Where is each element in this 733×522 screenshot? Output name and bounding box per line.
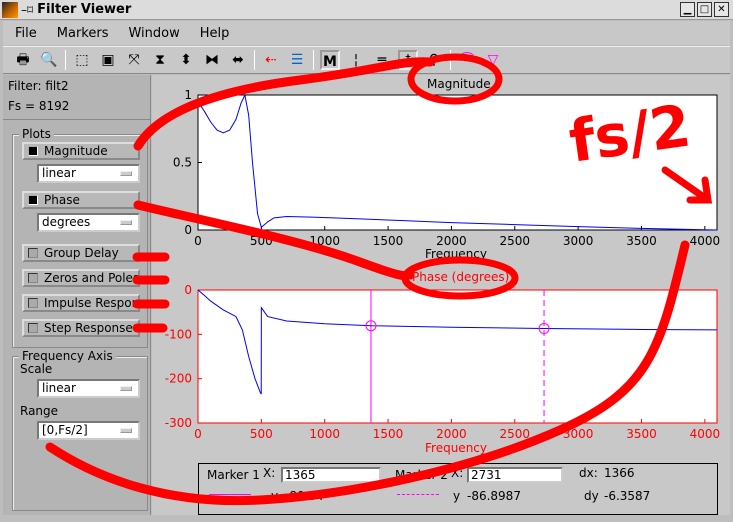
x-tick-label: 2500 — [499, 234, 530, 248]
marker2-y-label: y — [453, 489, 461, 503]
marker-panel: Marker 1 X: Marker 2 X: dx: 1366 y -80.5… — [198, 463, 718, 515]
marker2-x-label: X: — [451, 466, 464, 480]
y-tick-label: 0 — [184, 283, 192, 297]
magnitude-xlabel: Frequency — [425, 247, 487, 261]
plot-frame — [197, 94, 718, 231]
y-tick-label: 0 — [184, 223, 192, 237]
x-tick-label: 2000 — [436, 427, 467, 441]
marker2-x-input[interactable] — [467, 467, 563, 483]
marker1-x-label: X: — [263, 466, 276, 480]
x-tick-label: 3000 — [563, 234, 594, 248]
dy-value: -6.3587 — [604, 489, 651, 503]
marker1-x-input[interactable] — [281, 467, 381, 483]
charts-svg: 0 500 1000 1500 2000 2500 3000 3500 4000 0 0.5 1 0 50… — [165, 88, 721, 441]
x-tick-label: 0 — [194, 234, 202, 248]
y-tick-label: -200 — [165, 372, 192, 386]
marker1-y-value: -80.54 — [285, 489, 324, 503]
dy-label: dy — [584, 489, 599, 503]
x-tick-label: 1000 — [309, 234, 340, 248]
plot-frame — [197, 289, 718, 424]
x-tick-label: 2500 — [499, 427, 530, 441]
x-tick-label: 1500 — [373, 427, 404, 441]
y-tick-label: -100 — [165, 327, 192, 341]
phase-title: Phase (degrees) — [412, 270, 510, 284]
y-tick-label: 0.5 — [173, 156, 192, 170]
phase-xlabel: Frequency — [425, 441, 487, 455]
marker2-line-sample — [397, 494, 439, 495]
x-tick-label: 4000 — [690, 427, 721, 441]
marker2-y-value: -86.8987 — [467, 489, 521, 503]
x-tick-label: 0 — [194, 427, 202, 441]
x-tick-label: 2000 — [436, 234, 467, 248]
y-tick-label: 1 — [184, 88, 192, 102]
x-tick-label: 1000 — [309, 427, 340, 441]
marker1-line-sample — [209, 494, 251, 495]
x-tick-label: 3500 — [626, 427, 657, 441]
y-tick-label: -300 — [165, 416, 192, 430]
x-tick-label: 500 — [250, 234, 273, 248]
magnitude-title: Magnitude — [427, 77, 491, 91]
x-tick-label: 1500 — [373, 234, 404, 248]
marker1-y-label: y — [271, 489, 279, 503]
x-tick-label: 500 — [250, 427, 273, 441]
dx-value: 1366 — [604, 466, 635, 480]
marker2-label: Marker 2 — [395, 468, 448, 482]
x-tick-label: 4000 — [690, 234, 721, 248]
marker1-label: Marker 1 — [207, 468, 260, 482]
x-tick-label: 3000 — [563, 427, 594, 441]
dx-label: dx: — [579, 466, 598, 480]
x-tick-label: 3500 — [626, 234, 657, 248]
